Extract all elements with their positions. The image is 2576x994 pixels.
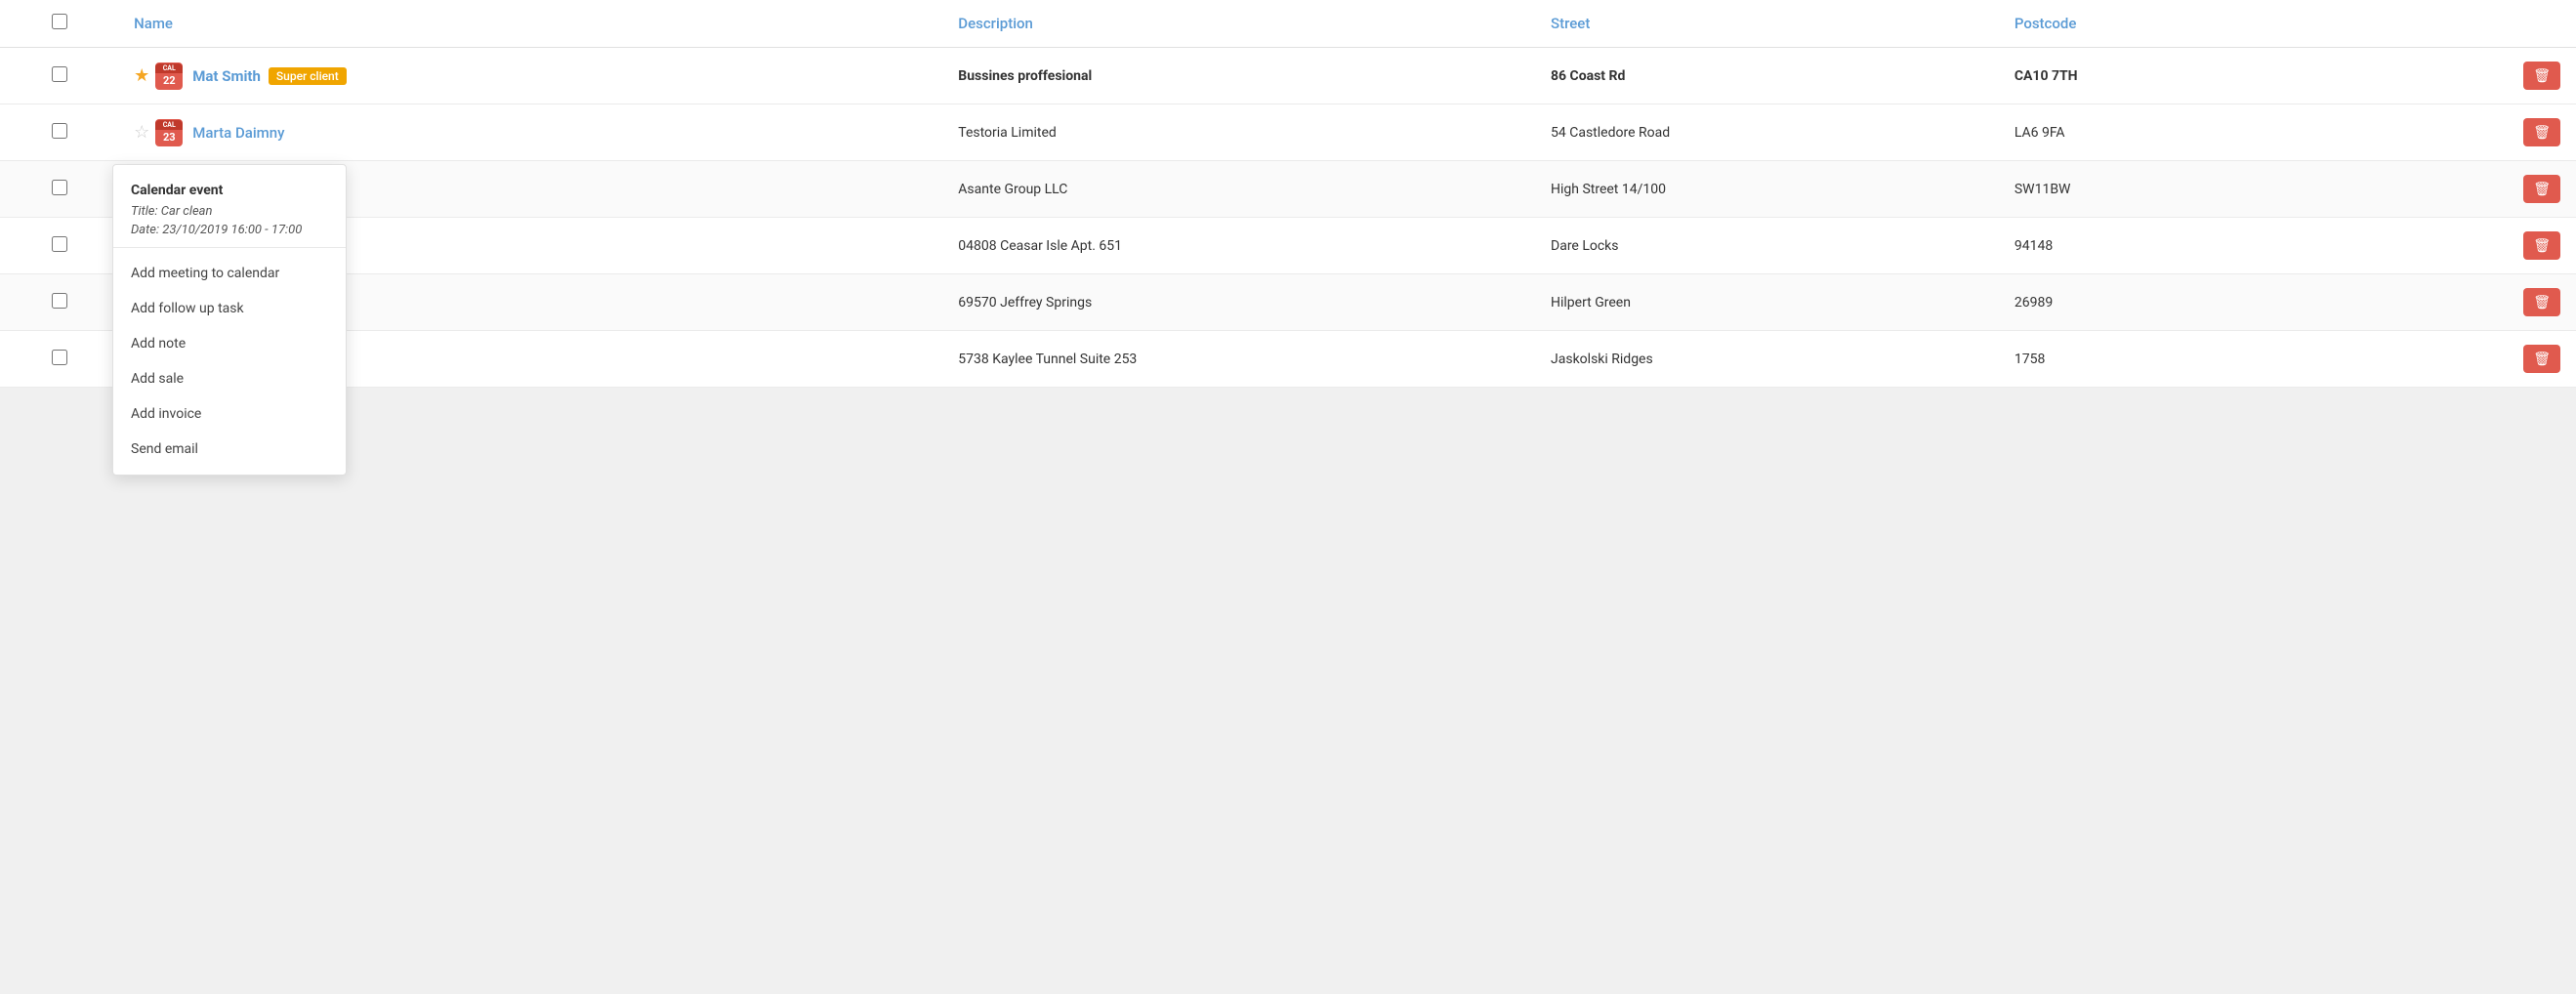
action-cell: 🗑 <box>2411 48 2576 104</box>
contact-name-link[interactable]: Mat Smith <box>192 67 261 85</box>
row-checkbox-cell <box>0 331 118 388</box>
delete-button[interactable]: 🗑 <box>2523 231 2560 260</box>
action-cell: 🗑 <box>2411 331 2576 388</box>
postcode-cell: CA10 7TH <box>1999 48 2411 104</box>
street-cell: Jaskolski Ridges <box>1535 331 1999 388</box>
calendar-icon[interactable]: CAL 23 <box>155 119 183 146</box>
row-checkbox[interactable] <box>52 293 67 309</box>
table-row: ☆ tag2 tag3 69570 Jeffrey Springs Hilper… <box>0 274 2576 331</box>
row-checkbox[interactable] <box>52 236 67 252</box>
delete-button[interactable]: 🗑 <box>2523 118 2560 146</box>
action-cell: 🗑 <box>2411 274 2576 331</box>
col-header-street: Street <box>1535 0 1999 48</box>
delete-button[interactable]: 🗑 <box>2523 345 2560 373</box>
row-checkbox-cell <box>0 218 118 274</box>
description-cell: Asante Group LLC <box>942 161 1535 218</box>
calendar-icon[interactable]: CAL 22 <box>155 62 183 90</box>
postcode-cell: 1758 <box>1999 331 2411 388</box>
context-menu-item-followup[interactable]: Add follow up task <box>113 291 346 326</box>
row-checkbox[interactable] <box>52 180 67 195</box>
delete-button[interactable]: 🗑 <box>2523 175 2560 203</box>
action-cell: 🗑 <box>2411 218 2576 274</box>
star-icon[interactable]: ☆ <box>134 122 149 143</box>
col-header-checkbox <box>0 0 118 48</box>
col-header-action <box>2411 0 2576 48</box>
row-checkbox-cell <box>0 48 118 104</box>
context-menu-item-invoice[interactable]: Add invoice <box>113 396 346 432</box>
context-menu-info-title: Title: Car clean <box>113 202 346 221</box>
table-row: ★ CAL 22 Mat Smith Super client Bussines… <box>0 48 2576 104</box>
row-checkbox[interactable] <box>52 123 67 139</box>
select-all-checkbox[interactable] <box>52 14 67 29</box>
street-cell: Dare Locks <box>1535 218 1999 274</box>
postcode-cell: 94148 <box>1999 218 2411 274</box>
context-menu-item-email[interactable]: Send email <box>113 432 346 467</box>
description-cell: Bussines proffesional <box>942 48 1535 104</box>
contacts-table: Name Description Street Postcode ★ <box>0 0 2576 388</box>
col-header-name: Name <box>118 0 942 48</box>
table-row: ☆ CAL 23 Martin Kowalsky VIP Asante Grou… <box>0 161 2576 218</box>
contacts-table-container: Name Description Street Postcode ★ <box>0 0 2576 388</box>
row-checkbox-cell <box>0 161 118 218</box>
postcode-cell: SW11BW <box>1999 161 2411 218</box>
delete-button[interactable]: 🗑 <box>2523 288 2560 316</box>
action-cell: 🗑 <box>2411 104 2576 161</box>
context-menu-info-date: Date: 23/10/2019 16:00 - 17:00 <box>113 221 346 239</box>
delete-button[interactable]: 🗑 <box>2523 62 2560 90</box>
col-header-postcode: Postcode <box>1999 0 2411 48</box>
table-row: ☆ 04808 Ceasar Isle Apt. 651 Dare Locks … <box>0 218 2576 274</box>
street-cell: Hilpert Green <box>1535 274 1999 331</box>
street-cell: 54 Castledore Road <box>1535 104 1999 161</box>
row-checkbox[interactable] <box>52 350 67 365</box>
row-checkbox-cell <box>0 274 118 331</box>
name-cell: ★ CAL 22 Mat Smith Super client <box>118 48 942 104</box>
table-row: ☆ CAL 23 Marta Daimny Testoria Limited 5… <box>0 104 2576 161</box>
description-cell: 69570 Jeffrey Springs <box>942 274 1535 331</box>
action-cell: 🗑 <box>2411 161 2576 218</box>
description-cell: 5738 Kaylee Tunnel Suite 253 <box>942 331 1535 388</box>
description-cell: Testoria Limited <box>942 104 1535 161</box>
context-menu-header: Calendar event <box>113 173 346 202</box>
row-checkbox[interactable] <box>52 66 67 82</box>
super-client-badge: Super client <box>269 67 347 85</box>
postcode-cell: 26989 <box>1999 274 2411 331</box>
context-menu-item-meeting[interactable]: Add meeting to calendar <box>113 256 346 291</box>
street-cell: 86 Coast Rd <box>1535 48 1999 104</box>
context-menu-item-sale[interactable]: Add sale <box>113 361 346 396</box>
context-menu-item-note[interactable]: Add note <box>113 326 346 361</box>
context-menu-divider <box>113 247 346 248</box>
contact-name-link[interactable]: Marta Daimny <box>192 124 284 142</box>
col-header-description: Description <box>942 0 1535 48</box>
row-checkbox-cell <box>0 104 118 161</box>
street-cell: High Street 14/100 <box>1535 161 1999 218</box>
table-row: ☆ 5738 Kaylee Tunnel Suite 253 Jaskolski… <box>0 331 2576 388</box>
name-cell: ☆ CAL 23 Marta Daimny <box>118 104 942 161</box>
star-icon[interactable]: ★ <box>134 65 149 86</box>
description-cell: 04808 Ceasar Isle Apt. 651 <box>942 218 1535 274</box>
context-menu: Calendar event Title: Car clean Date: 23… <box>112 164 347 476</box>
postcode-cell: LA6 9FA <box>1999 104 2411 161</box>
